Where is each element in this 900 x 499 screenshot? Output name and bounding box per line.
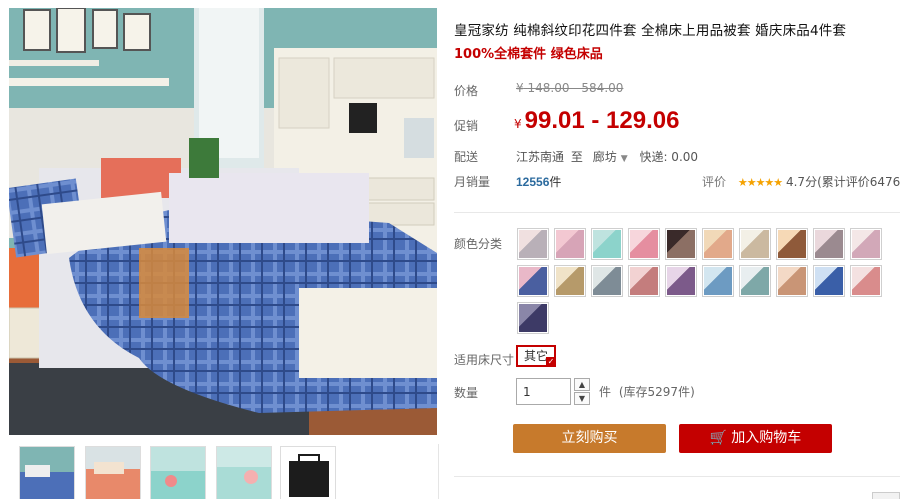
color-swatch[interactable]: [591, 265, 623, 297]
original-price-currency: ¥: [516, 81, 524, 95]
thumbnail-image: [86, 447, 140, 499]
rating-label: 评价: [702, 175, 727, 189]
color-swatch[interactable]: [628, 265, 660, 297]
delivery-label: 配送: [454, 150, 479, 164]
add-to-cart-label: 加入购物车: [731, 430, 802, 446]
color-swatch[interactable]: [813, 265, 845, 297]
sales-unit: 件: [549, 175, 562, 189]
bedroom-photo: [9, 8, 437, 435]
quantity-input[interactable]: [516, 378, 571, 405]
star-rating-icon: ★★★★★: [737, 176, 783, 189]
section-divider: [454, 212, 900, 213]
promo-price: ¥99.01 - 129.06: [514, 107, 679, 135]
color-swatch[interactable]: [702, 228, 734, 260]
thumbnail-5[interactable]: [280, 446, 336, 499]
thumbnail-image: [281, 447, 335, 499]
product-info-panel: 皇冠家纺 纯棉斜纹印花四件套 全棉床上用品被套 婚庆床品4件套 100%全棉套件…: [454, 0, 900, 499]
delivery-fee: 快递: 0.00: [639, 150, 699, 164]
corner-tab[interactable]: [872, 492, 900, 499]
color-swatch[interactable]: [850, 228, 882, 260]
rating-value: 4.7分(累计评价6476: [785, 175, 900, 189]
color-swatch[interactable]: [628, 228, 660, 260]
promo-price-value: 99.01 - 129.06: [524, 107, 680, 134]
quantity-increase-button[interactable]: ▲: [574, 378, 590, 391]
thumbnail-image: [217, 447, 271, 499]
color-swatch[interactable]: [591, 228, 623, 260]
thumbnail-2[interactable]: [85, 446, 141, 499]
size-label: 适用床尺寸: [454, 353, 515, 367]
delivery-from: 江苏南通: [516, 150, 565, 164]
delivery-destination[interactable]: 廊坊: [593, 150, 617, 164]
section-divider: [454, 476, 900, 477]
thumbnail-image: [151, 447, 205, 499]
color-swatch[interactable]: [776, 265, 808, 297]
monthly-sales: 12556件: [516, 173, 561, 190]
promo-price-currency: ¥: [514, 117, 522, 131]
stock-count: (库存5297件): [618, 385, 695, 399]
check-icon: ✓: [546, 357, 557, 367]
quantity-decrease-button[interactable]: ▼: [574, 392, 590, 405]
color-swatch[interactable]: [554, 228, 586, 260]
color-swatch[interactable]: [739, 265, 771, 297]
color-swatch[interactable]: [813, 228, 845, 260]
cart-icon: 🛒: [709, 430, 728, 446]
quantity-unit: 件: [599, 385, 612, 399]
color-swatch[interactable]: [554, 265, 586, 297]
color-swatch[interactable]: [702, 265, 734, 297]
promo-label: 促销: [454, 119, 479, 133]
thumbnail-4[interactable]: [216, 446, 272, 499]
delivery-to-prefix: 至: [570, 150, 583, 164]
thumbnail-image: [20, 447, 74, 499]
quantity-label: 数量: [454, 386, 479, 400]
rating-summary[interactable]: 评价 ★★★★★ 4.7分(累计评价6476: [702, 173, 900, 190]
color-swatch[interactable]: [739, 228, 771, 260]
buy-now-button[interactable]: 立刻购买: [513, 424, 666, 453]
color-swatch[interactable]: [776, 228, 808, 260]
gallery-divider: [438, 444, 439, 499]
original-price: ¥ 148.00 - 584.00: [516, 81, 623, 95]
color-swatch[interactable]: [850, 265, 882, 297]
original-price-value: 148.00 - 584.00: [527, 81, 624, 95]
color-swatch[interactable]: [517, 265, 549, 297]
price-label: 价格: [454, 84, 479, 98]
main-product-image[interactable]: [9, 8, 437, 435]
size-option-selected[interactable]: 其它 ✓: [516, 345, 557, 367]
color-swatch[interactable]: [665, 265, 697, 297]
size-option-text: 其它: [524, 349, 549, 363]
add-to-cart-button[interactable]: 🛒 加入购物车: [679, 424, 832, 453]
product-title: 皇冠家纺 纯棉斜纹印花四件套 全棉床上用品被套 婚庆床品4件套: [454, 23, 847, 39]
thumbnail-strip: [9, 440, 439, 499]
sales-count: 12556: [516, 175, 550, 189]
delivery-info: 江苏南通 至 廊坊 ▼ 快递: 0.00: [516, 148, 698, 165]
thumbnail-3[interactable]: [150, 446, 206, 499]
chevron-down-icon[interactable]: ▼: [621, 154, 628, 164]
color-swatch[interactable]: [517, 228, 549, 260]
color-swatch[interactable]: [517, 302, 549, 334]
thumbnail-1[interactable]: [19, 446, 75, 499]
sales-label: 月销量: [454, 175, 491, 189]
color-swatch[interactable]: [665, 228, 697, 260]
quantity-unit-stock: 件 (库存5297件): [599, 383, 695, 400]
product-subtitle: 100%全棉套件 绿色床品: [454, 47, 603, 62]
color-label: 颜色分类: [454, 237, 503, 251]
